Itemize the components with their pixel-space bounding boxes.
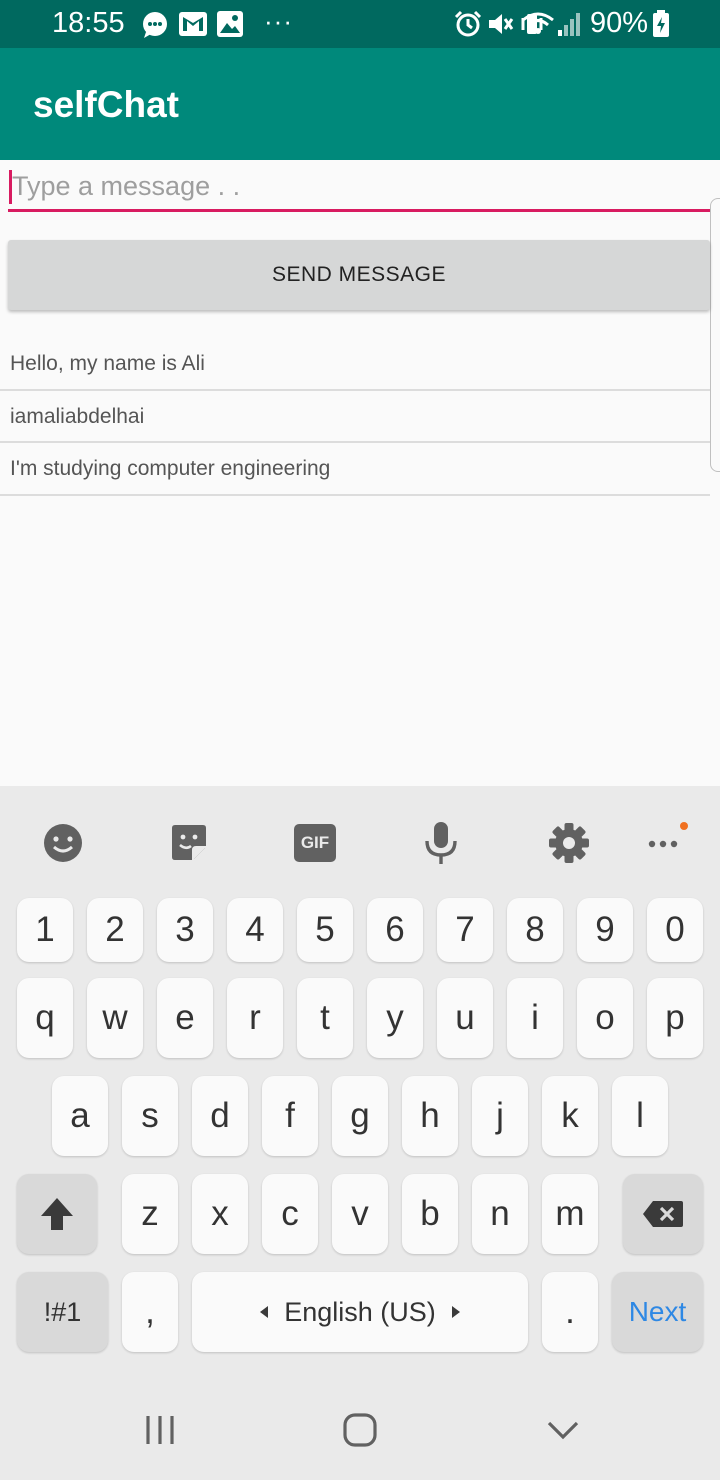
key-u[interactable]: u: [437, 978, 493, 1058]
shift-key[interactable]: [17, 1174, 97, 1254]
key-f[interactable]: f: [262, 1076, 318, 1156]
navigation-bar: [0, 1380, 720, 1480]
recent-apps-icon[interactable]: [142, 1410, 178, 1450]
key-k[interactable]: k: [542, 1076, 598, 1156]
back-chevron-down-icon[interactable]: [543, 1410, 583, 1450]
symbols-key[interactable]: !#1: [17, 1272, 108, 1352]
status-time: 18:55: [52, 7, 125, 39]
key-a[interactable]: a: [52, 1076, 108, 1156]
key-1[interactable]: 1: [17, 898, 73, 962]
emoji-icon[interactable]: [40, 820, 86, 866]
key-2[interactable]: 2: [87, 898, 143, 962]
key-g[interactable]: g: [332, 1076, 388, 1156]
key-c[interactable]: c: [262, 1174, 318, 1254]
key-s[interactable]: s: [122, 1076, 178, 1156]
period-key[interactable]: .: [542, 1272, 598, 1352]
key-e[interactable]: e: [157, 978, 213, 1058]
key-l[interactable]: l: [612, 1076, 668, 1156]
app-bar: selfChat: [0, 48, 720, 160]
key-p[interactable]: p: [647, 978, 703, 1058]
key-v[interactable]: v: [332, 1174, 388, 1254]
signal-icon: [558, 13, 580, 36]
battery-icon: [653, 10, 669, 37]
space-bar[interactable]: English (US): [192, 1272, 528, 1352]
app-title: selfChat: [33, 84, 179, 125]
backspace-key[interactable]: [623, 1174, 703, 1254]
mail-icon: [179, 12, 207, 36]
language-left-arrow-icon: [260, 1306, 269, 1318]
more-notifications-icon: ···: [264, 6, 293, 36]
image-icon: [217, 11, 243, 37]
alarm-icon: [454, 10, 482, 37]
settings-icon[interactable]: [546, 820, 592, 866]
language-right-arrow-icon: [451, 1306, 460, 1318]
key-o[interactable]: o: [577, 978, 633, 1058]
comma-key[interactable]: ,: [122, 1272, 178, 1352]
key-8[interactable]: 8: [507, 898, 563, 962]
key-n[interactable]: n: [472, 1174, 528, 1254]
key-r[interactable]: r: [227, 978, 283, 1058]
key-7[interactable]: 7: [437, 898, 493, 962]
key-6[interactable]: 6: [367, 898, 423, 962]
key-i[interactable]: i: [507, 978, 563, 1058]
gif-icon[interactable]: GIF: [294, 824, 336, 862]
key-j[interactable]: j: [472, 1076, 528, 1156]
key-h[interactable]: h: [402, 1076, 458, 1156]
key-3[interactable]: 3: [157, 898, 213, 962]
key-5[interactable]: 5: [297, 898, 353, 962]
chat-bubble-icon: [143, 12, 167, 38]
backspace-icon: [643, 1201, 683, 1227]
key-9[interactable]: 9: [577, 898, 633, 962]
key-q[interactable]: q: [17, 978, 73, 1058]
message-input[interactable]: [8, 164, 710, 212]
key-b[interactable]: b: [402, 1174, 458, 1254]
language-label: English (US): [284, 1296, 436, 1327]
key-w[interactable]: w: [87, 978, 143, 1058]
key-0[interactable]: 0: [647, 898, 703, 962]
microphone-icon[interactable]: [418, 820, 464, 866]
key-4[interactable]: 4: [227, 898, 283, 962]
on-screen-keyboard: GIF 1 2 3 4 5 6 7 8 9 0 q w e r t y u i …: [0, 786, 720, 1380]
scroll-edge-indicator: [710, 198, 720, 472]
message-item[interactable]: Hello, my name is Ali: [0, 338, 710, 391]
mute-icon: [489, 14, 514, 34]
wifi-icon: [522, 12, 554, 34]
text-cursor: [9, 170, 12, 204]
home-icon[interactable]: [340, 1410, 380, 1450]
next-key[interactable]: Next: [612, 1272, 703, 1352]
send-message-button[interactable]: SEND MESSAGE: [8, 240, 710, 310]
key-z[interactable]: z: [122, 1174, 178, 1254]
key-y[interactable]: y: [367, 978, 423, 1058]
key-d[interactable]: d: [192, 1076, 248, 1156]
shift-arrow-icon: [41, 1198, 73, 1230]
sticker-icon[interactable]: [166, 820, 212, 866]
more-icon[interactable]: [644, 820, 690, 866]
key-t[interactable]: t: [297, 978, 353, 1058]
key-m[interactable]: m: [542, 1174, 598, 1254]
message-list: Hello, my name is Ali iamaliabdelhai I'm…: [0, 338, 710, 496]
message-item[interactable]: iamaliabdelhai: [0, 391, 710, 443]
message-item[interactable]: I'm studying computer engineering: [0, 443, 710, 496]
status-bar: 18:55 ··· 90%: [0, 0, 720, 48]
key-x[interactable]: x: [192, 1174, 248, 1254]
battery-percent: 90%: [590, 7, 649, 39]
